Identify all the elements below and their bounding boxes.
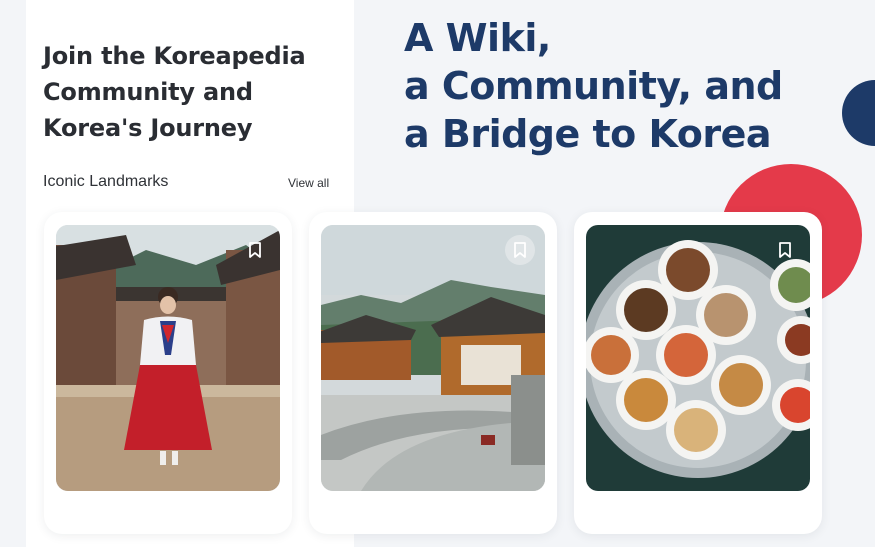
decorative-navy-circle <box>842 80 875 146</box>
bookmark-button[interactable] <box>770 235 800 265</box>
view-all-link[interactable]: View all <box>288 176 329 190</box>
bookmark-icon <box>249 242 261 258</box>
card-photo <box>321 225 545 491</box>
landmarks-section-title: Iconic Landmarks <box>43 173 169 190</box>
card-photo <box>56 225 280 491</box>
bookmark-icon <box>514 242 526 258</box>
bookmark-icon <box>779 242 791 258</box>
card-photo <box>586 225 810 491</box>
hero-headline: A Wiki, a Community, and a Bridge to Kor… <box>404 16 783 156</box>
landmark-card-3[interactable] <box>574 212 822 534</box>
landmark-card-2[interactable] <box>309 212 557 534</box>
community-title: Join the Koreapedia Community and Korea'… <box>43 42 306 142</box>
landmark-card-1[interactable] <box>44 212 292 534</box>
bookmark-button[interactable] <box>240 235 270 265</box>
bookmark-button[interactable] <box>505 235 535 265</box>
